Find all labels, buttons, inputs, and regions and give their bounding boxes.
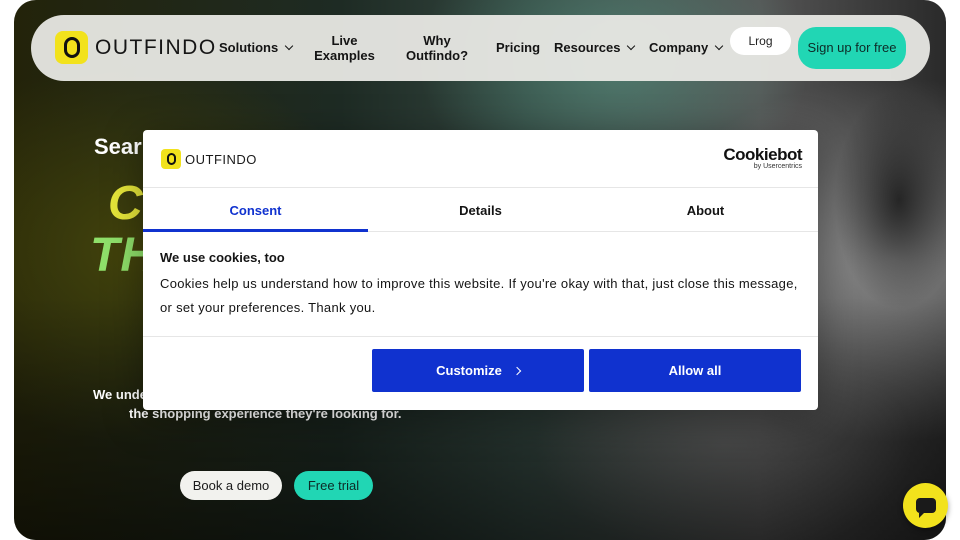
chevron-down-icon (714, 41, 724, 50)
divider (143, 336, 818, 337)
chat-launcher-button[interactable] (903, 483, 948, 528)
cookiebot-brand-sub: by Usercentrics (753, 163, 802, 170)
signup-button[interactable]: Sign up for free (798, 27, 906, 69)
cookie-dialog-logo: OUTFINDO (161, 149, 257, 169)
logo-wordmark: OUTFINDO (95, 35, 217, 59)
nav-resources[interactable]: Resources (554, 40, 636, 55)
tab-consent[interactable]: Consent (143, 188, 368, 232)
nav-live-examples-label: Live Examples (314, 33, 375, 63)
logo-mark-icon (161, 149, 181, 169)
chevron-right-icon (512, 366, 522, 375)
book-demo-button[interactable]: Book a demo (180, 471, 282, 500)
chevron-down-icon (627, 41, 636, 50)
active-tab-indicator (143, 229, 368, 232)
cookie-dialog-body: Cookies help us understand how to improv… (160, 276, 798, 315)
cookiebot-brand-name: Cookiebot (723, 145, 802, 164)
nav-pricing[interactable]: Pricing (496, 40, 540, 55)
customize-button[interactable]: Customize (372, 349, 584, 392)
nav-solutions-label: Solutions (219, 40, 279, 55)
allow-all-button[interactable]: Allow all (589, 349, 801, 392)
tab-details[interactable]: Details (368, 188, 593, 232)
cookiebot-brand[interactable]: Cookiebot by Usercentrics (723, 146, 802, 171)
nav-pricing-label: Pricing (496, 40, 541, 55)
hero-heading: Sear (94, 134, 142, 159)
nav-why-outfindo[interactable]: Why Outfindo? (401, 33, 473, 63)
top-navbar: OUTFINDO Solutions Live Examples Why Out… (31, 15, 930, 81)
nav-company[interactable]: Company (649, 40, 724, 55)
chat-bubble-icon (915, 498, 936, 518)
logo-mark-icon (55, 31, 88, 64)
customize-button-label: Customize (436, 363, 502, 378)
cookie-consent-dialog: OUTFINDO Cookiebot by Usercentrics Conse… (143, 130, 818, 410)
chevron-down-icon (284, 41, 294, 50)
cookie-dialog-logo-text: OUTFINDO (185, 151, 257, 167)
free-trial-button[interactable]: Free trial (294, 471, 373, 500)
cookie-dialog-title: We use cookies, too (160, 250, 285, 265)
nav-solutions[interactable]: Solutions (219, 40, 294, 55)
nav-why-outfindo-label: Why Outfindo? (405, 33, 469, 63)
tab-about[interactable]: About (593, 188, 818, 232)
nav-company-label: Company (649, 40, 709, 55)
site-logo[interactable]: OUTFINDO (55, 31, 217, 64)
nav-resources-label: Resources (554, 40, 621, 55)
login-button[interactable]: Lrog (730, 27, 791, 55)
nav-live-examples[interactable]: Live Examples (312, 33, 377, 63)
hero-subtext-line1: We unde (93, 387, 147, 402)
